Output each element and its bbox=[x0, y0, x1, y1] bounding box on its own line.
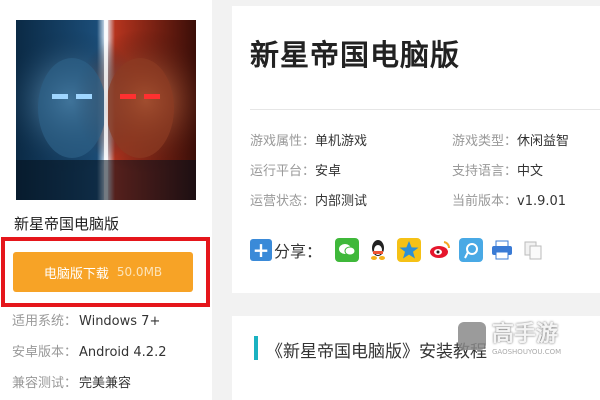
wechat-icon[interactable] bbox=[335, 238, 360, 262]
attr-value: 单机游戏 bbox=[315, 134, 368, 149]
attr-value: 内部测试 bbox=[315, 194, 368, 209]
divider bbox=[250, 109, 600, 110]
weibo-icon[interactable] bbox=[428, 238, 453, 262]
print-icon[interactable] bbox=[490, 238, 515, 262]
pc-download-button[interactable]: 电脑版下载 50.0MB bbox=[13, 252, 193, 292]
attr-value: 休闲益智 bbox=[517, 134, 570, 149]
attr-status: 运营状态：内部测试 bbox=[250, 190, 367, 209]
page-title: 新星帝国电脑版 bbox=[250, 38, 461, 72]
info-value: Windows 7+ bbox=[79, 314, 161, 329]
attr-key: 运行平台： bbox=[250, 164, 316, 179]
section-accent-bar bbox=[254, 336, 258, 360]
share-bar: + 分享： bbox=[250, 238, 546, 262]
info-value: Android 4.2.2 bbox=[79, 345, 167, 360]
copy-icon[interactable] bbox=[521, 238, 546, 262]
attr-game-type: 游戏类型：休闲益智 bbox=[452, 130, 569, 149]
info-row-android: 安卓版本： Android 4.2.2 bbox=[12, 341, 167, 360]
download-highlight-box: 电脑版下载 50.0MB bbox=[1, 237, 210, 307]
attr-key: 运营状态： bbox=[250, 194, 316, 209]
info-key: 安卓版本： bbox=[12, 345, 78, 360]
game-cover-image[interactable] bbox=[16, 20, 196, 200]
attr-version: 当前版本：v1.9.01 bbox=[452, 190, 566, 209]
install-guide-title[interactable]: 《新星帝国电脑版》安装教程 bbox=[266, 337, 487, 362]
info-row-compat: 兼容测试： 完美兼容 bbox=[12, 372, 131, 391]
attr-value: v1.9.01 bbox=[517, 194, 567, 209]
attr-key: 支持语言： bbox=[452, 164, 518, 179]
attr-value: 安卓 bbox=[315, 164, 342, 179]
watermark-logo: 高手游 GAOSHOUYOU.COM bbox=[458, 316, 590, 356]
watermark-en: GAOSHOUYOU.COM bbox=[492, 348, 562, 356]
download-size: 50.0MB bbox=[116, 265, 163, 279]
attr-game-property: 游戏属性：单机游戏 bbox=[250, 130, 367, 149]
share-plus-icon[interactable]: + bbox=[250, 239, 272, 261]
share-label: 分享： bbox=[274, 242, 323, 261]
watermark-text: 高手游 GAOSHOUYOU.COM bbox=[492, 316, 561, 356]
download-label: 电脑版下载 bbox=[43, 266, 109, 282]
attr-key: 当前版本： bbox=[452, 194, 518, 209]
watermark-cn: 高手游 bbox=[492, 322, 559, 347]
qq-icon[interactable] bbox=[366, 238, 391, 262]
attr-platform: 运行平台：安卓 bbox=[250, 160, 341, 179]
attr-language: 支持语言：中文 bbox=[452, 160, 543, 179]
gaoshouyou-logo-icon bbox=[458, 322, 486, 350]
attr-key: 游戏类型： bbox=[452, 134, 518, 149]
info-key: 适用系统： bbox=[12, 314, 78, 329]
game-detail-card: 新星帝国电脑版 游戏属性：单机游戏 游戏类型：休闲益智 运行平台：安卓 支持语言… bbox=[232, 6, 600, 293]
left-panel: 新星帝国电脑版 电脑版下载 50.0MB 适用系统： Windows 7+ 安卓版… bbox=[0, 0, 212, 400]
info-key: 兼容测试： bbox=[12, 376, 78, 391]
tencent-weibo-icon[interactable] bbox=[459, 238, 484, 262]
qzone-icon[interactable] bbox=[397, 238, 422, 262]
info-row-os: 适用系统： Windows 7+ bbox=[12, 310, 160, 329]
attr-key: 游戏属性： bbox=[250, 134, 316, 149]
info-value: 完美兼容 bbox=[79, 376, 132, 391]
game-name-label: 新星帝国电脑版 bbox=[14, 215, 120, 233]
attr-value: 中文 bbox=[517, 164, 544, 179]
